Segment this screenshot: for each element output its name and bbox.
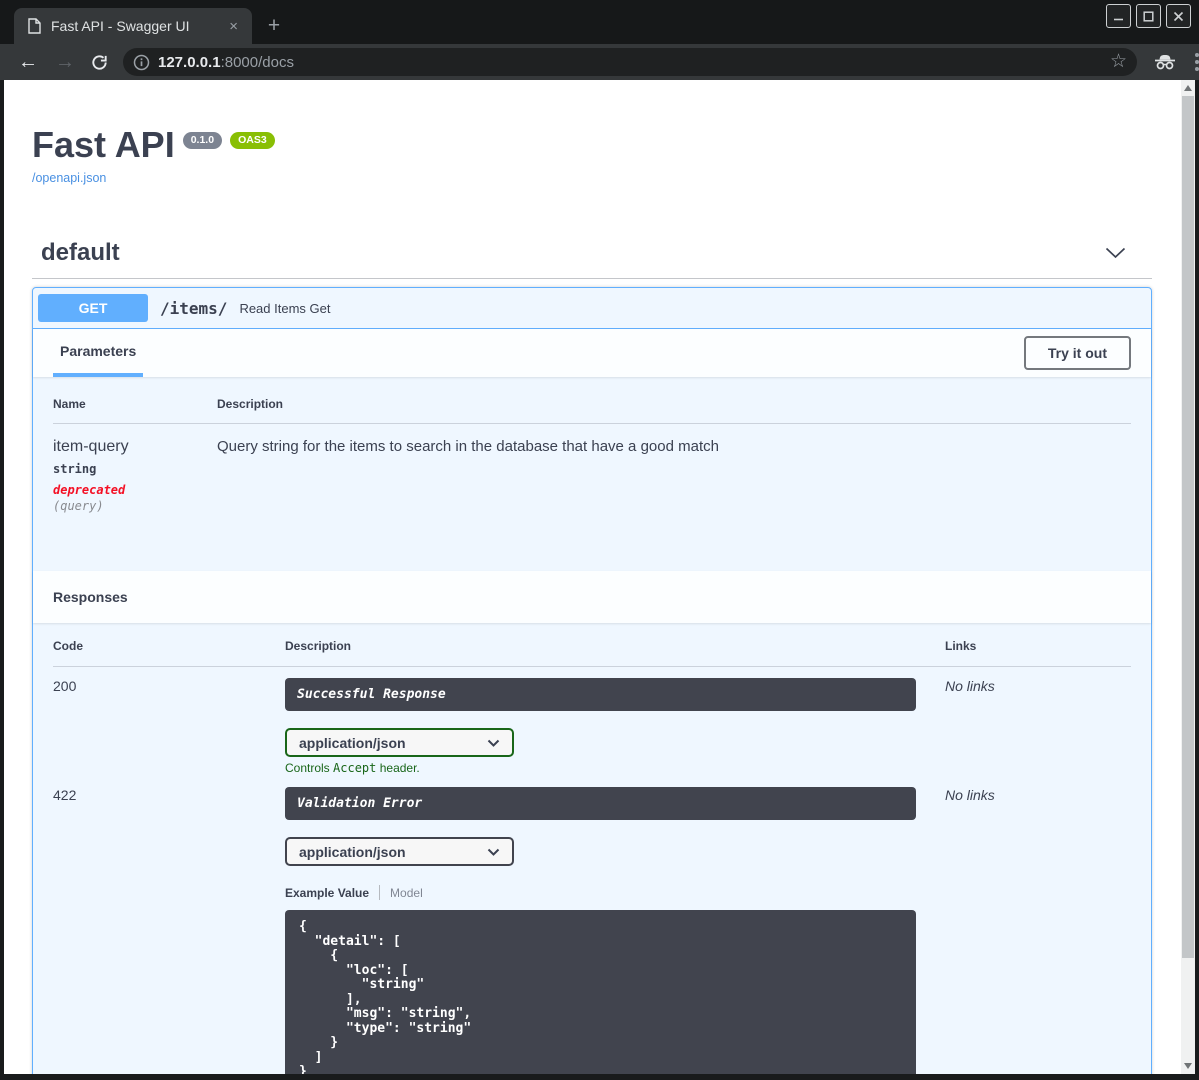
api-title: Fast API — [32, 124, 175, 165]
responses-title: Responses — [53, 589, 128, 605]
url-text[interactable]: 127.0.0.1:8000/docs — [158, 54, 294, 71]
bookmark-star-icon[interactable]: ☆ — [1110, 50, 1127, 73]
forward-button-icon: → — [55, 51, 75, 73]
response-row-200: 200 Successful Response application/json… — [53, 667, 1131, 775]
operation-summary: Read Items Get — [239, 300, 331, 316]
parameter-description: Query string for the items to search in … — [217, 438, 719, 455]
opblock-get-items: GET /items/ Read Items Get Parameters Tr… — [32, 287, 1152, 1074]
tab-title: Fast API - Swagger UI — [51, 18, 190, 34]
media-type-value: application/json — [299, 843, 406, 860]
responses-header: Responses — [33, 571, 1151, 623]
response-links: No links — [945, 678, 995, 694]
scrollbar-up-icon[interactable] — [1184, 85, 1192, 91]
parameter-deprecated-flag: deprecated — [53, 483, 126, 497]
response-description-box: Successful Response — [285, 678, 916, 711]
browser-toolbar: ← → 127.0.0.1:8000/docs ☆ — [0, 44, 1199, 80]
accept-header-note: Controls Accept header. — [285, 761, 420, 775]
response-code: 200 — [53, 678, 77, 694]
tag-title: default — [41, 239, 120, 266]
example-json-code[interactable]: { "detail": [ { "loc": [ "string" ], "ms… — [285, 910, 916, 1074]
parameter-type: string — [53, 462, 97, 476]
tab-close-icon[interactable]: × — [225, 17, 242, 36]
url-bar[interactable]: 127.0.0.1:8000/docs ☆ — [123, 48, 1137, 76]
try-it-out-button[interactable]: Try it out — [1023, 336, 1131, 370]
resp-col-links-header: Links — [945, 639, 977, 653]
media-type-select[interactable]: application/json — [285, 837, 514, 866]
example-model-tabs: Example Value Model — [285, 885, 945, 900]
response-links: No links — [945, 787, 995, 803]
scrollbar-thumb[interactable] — [1182, 96, 1194, 958]
tab-model[interactable]: Model — [390, 886, 423, 900]
api-info: Fast API 0.1.0 OAS3 /openapi.json — [32, 80, 1152, 187]
tab-separator — [379, 885, 381, 900]
reload-button-icon[interactable] — [90, 53, 109, 72]
param-col-description-header: Description — [217, 397, 284, 411]
scrollbar-down-icon[interactable] — [1184, 1063, 1192, 1069]
resp-col-description-header: Description — [285, 639, 352, 653]
opblock-summary[interactable]: GET /items/ Read Items Get — [33, 288, 1151, 329]
maximize-button[interactable] — [1136, 4, 1161, 28]
new-tab-button[interactable]: + — [260, 12, 288, 40]
browser-titlebar: Fast API - Swagger UI × + — [0, 0, 1199, 44]
tab-example-value[interactable]: Example Value — [285, 886, 369, 900]
incognito-icon — [1153, 53, 1177, 71]
response-row-422: 422 Validation Error application/json Ex… — [53, 775, 1131, 1074]
response-code: 422 — [53, 787, 77, 803]
parameter-row: item-query string deprecated (query) Que… — [53, 424, 1131, 513]
openapi-spec-link[interactable]: /openapi.json — [32, 171, 106, 185]
response-description-box: Validation Error — [285, 787, 916, 820]
minimize-button[interactable] — [1106, 4, 1131, 28]
parameter-location: (query) — [53, 499, 104, 513]
chevron-down-icon — [487, 739, 500, 747]
site-info-icon[interactable] — [133, 54, 150, 71]
parameter-name: item-query — [53, 438, 129, 455]
page-favicon-icon — [28, 18, 41, 34]
page-content: Fast API 0.1.0 OAS3 /openapi.json default … — [4, 80, 1181, 1074]
tag-section-default: default GET /items/ Read Items Get Param… — [32, 239, 1152, 1074]
version-badge: 0.1.0 — [182, 132, 223, 149]
browser-tab[interactable]: Fast API - Swagger UI × — [14, 8, 252, 44]
close-button[interactable] — [1166, 4, 1191, 28]
page-scrollbar[interactable] — [1181, 80, 1195, 1074]
parameters-table: Name Description item-query string depre… — [33, 377, 1151, 571]
back-button-icon[interactable]: ← — [18, 52, 38, 72]
url-path: :8000/docs — [220, 53, 294, 71]
chevron-down-icon — [487, 848, 500, 856]
section-collapse-icon[interactable] — [1105, 247, 1126, 259]
operation-path: /items/ — [160, 298, 228, 318]
parameters-header: Parameters Try it out — [33, 329, 1151, 377]
param-col-name-header: Name — [53, 397, 86, 411]
media-type-select[interactable]: application/json — [285, 728, 514, 757]
window-controls — [1106, 4, 1191, 28]
accept-code: Accept — [333, 761, 377, 775]
method-badge: GET — [38, 294, 148, 322]
media-type-value: application/json — [299, 734, 406, 751]
url-host: 127.0.0.1 — [158, 53, 221, 71]
browser-menu-icon[interactable] — [1195, 53, 1199, 71]
resp-col-code-header: Code — [53, 639, 83, 653]
section-divider — [32, 278, 1152, 279]
tab-parameters: Parameters — [53, 329, 144, 377]
responses-table: Code Description Links 200 Successful Re… — [33, 623, 1151, 1074]
oas3-badge: OAS3 — [230, 132, 275, 149]
